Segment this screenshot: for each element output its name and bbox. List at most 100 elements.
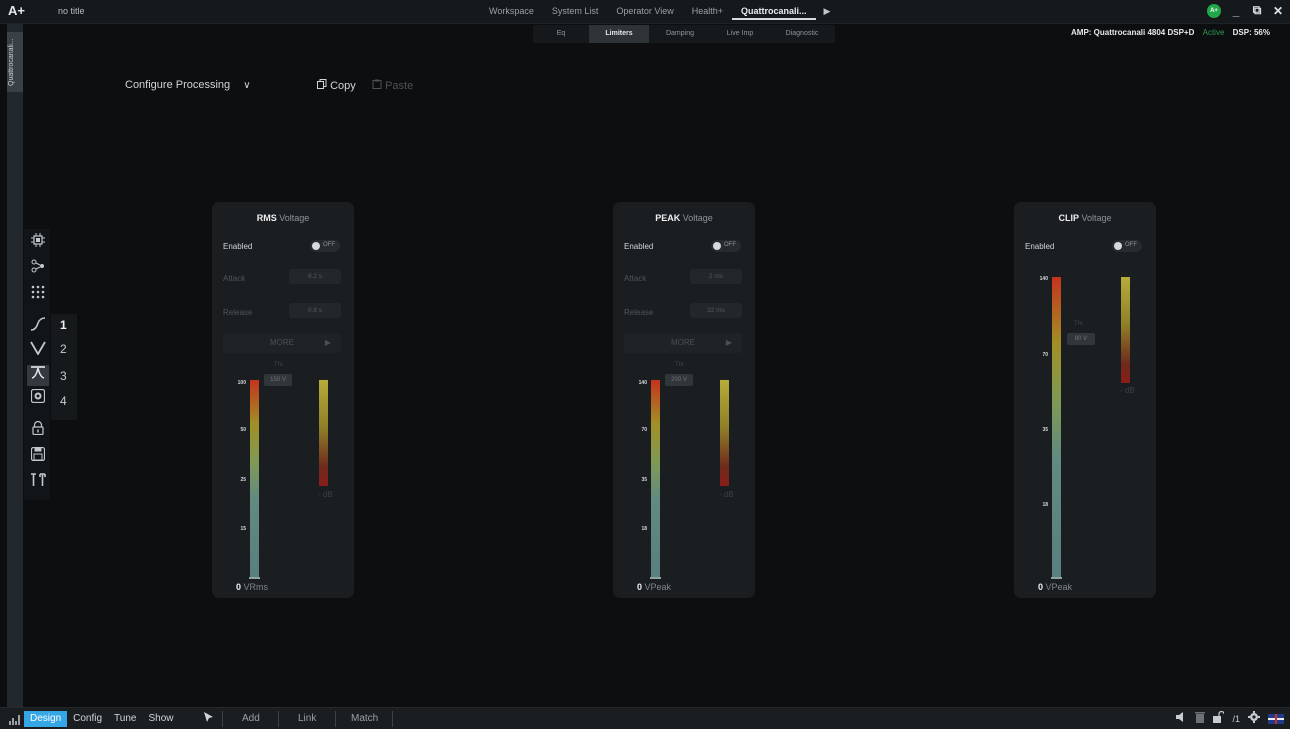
amp-status: AMP: Quattrocanali 4804 DSP+D Active DSP… xyxy=(1071,28,1270,37)
tick-label: 140 xyxy=(1039,276,1048,282)
more-button[interactable]: MORE ▶ xyxy=(223,333,341,353)
configure-processing-dropdown[interactable]: Configure Processing ∨ xyxy=(125,79,251,91)
speaker-icon[interactable] xyxy=(27,388,49,410)
threshold-handle[interactable]: 150 V xyxy=(264,374,292,386)
tab-workspace[interactable]: Workspace xyxy=(480,0,543,20)
tick-label: 100 xyxy=(237,380,246,386)
amp-active-status: Active xyxy=(1202,28,1225,37)
chip-icon[interactable] xyxy=(27,233,49,254)
nav-more-arrow-icon[interactable]: ▶ xyxy=(816,0,839,20)
matrix-icon[interactable] xyxy=(27,285,49,306)
channel-4[interactable]: 4 xyxy=(60,394,67,408)
enabled-label: Enabled xyxy=(1025,242,1055,251)
enabled-toggle[interactable]: OFF xyxy=(1112,240,1142,252)
device-tab-strip: Quattrocanali... xyxy=(7,24,23,707)
attack-field[interactable]: 8.2 s xyxy=(289,269,341,284)
minimize-button[interactable]: _ xyxy=(1230,4,1242,18)
threshold-handle[interactable]: 200 V xyxy=(665,374,693,386)
threshold-label: Thr. xyxy=(675,362,686,368)
enabled-label: Enabled xyxy=(223,242,253,251)
close-button[interactable]: ✕ xyxy=(1272,4,1284,18)
tab-quattrocanali[interactable]: Quattrocanali... xyxy=(732,0,816,20)
rms-limiter-panel: RMS Voltage Enabled OFF Attack 8.2 s Rel… xyxy=(212,202,354,598)
release-field[interactable]: 32 ms xyxy=(690,303,742,318)
meter-readout: 0 VPeak xyxy=(1038,582,1073,592)
speaker-mute-icon[interactable] xyxy=(1175,711,1187,726)
add-button[interactable]: Add xyxy=(242,713,260,724)
separator xyxy=(335,711,336,727)
eq-notch-icon[interactable] xyxy=(27,341,49,362)
tab-system-list[interactable]: System List xyxy=(543,0,608,20)
enabled-toggle[interactable]: OFF xyxy=(711,240,741,252)
channel-list: 1 2 3 4 xyxy=(51,314,77,420)
copy-button[interactable]: Copy xyxy=(317,79,356,92)
restore-button[interactable]: ⧉ xyxy=(1251,3,1263,18)
tick-label: 35 xyxy=(1042,427,1048,433)
attack-label: Attack xyxy=(223,274,246,283)
device-tab[interactable]: Quattrocanali... xyxy=(7,32,23,92)
app-logo[interactable]: A+ xyxy=(8,3,25,18)
subtab-diagnostic[interactable]: Diagnostic xyxy=(769,25,835,43)
language-flag-icon[interactable] xyxy=(1268,713,1284,724)
release-field[interactable]: 0.8 s xyxy=(289,303,341,318)
highpass-icon[interactable] xyxy=(27,317,49,338)
match-button[interactable]: Match xyxy=(351,713,378,724)
tick-label: 35 xyxy=(641,477,647,483)
main-nav: Workspace System List Operator View Heal… xyxy=(480,0,838,20)
db-readout: - dB xyxy=(1120,386,1135,395)
save-icon[interactable] xyxy=(27,446,49,468)
clip-meter xyxy=(1052,277,1061,578)
subtab-damping[interactable]: Damping xyxy=(649,25,711,43)
mode-config[interactable]: Config xyxy=(67,711,108,727)
threshold-label: Thr. xyxy=(1074,321,1085,327)
rms-meter xyxy=(250,380,259,578)
settings-gear-icon[interactable] xyxy=(1248,711,1260,726)
mode-design[interactable]: Design xyxy=(24,711,68,727)
lock-icon[interactable] xyxy=(27,420,49,442)
peak-limiter-panel: PEAK Voltage Enabled OFF Attack 2 ms Rel… xyxy=(613,202,755,598)
tick-label: 70 xyxy=(641,427,647,433)
mode-show[interactable]: Show xyxy=(142,711,179,727)
enabled-toggle[interactable]: OFF xyxy=(310,240,340,252)
trash-icon[interactable] xyxy=(1195,711,1206,726)
processing-toolbar xyxy=(24,229,50,500)
tick-label: 15 xyxy=(240,526,246,532)
db-readout: - dB xyxy=(719,490,734,499)
channel-3[interactable]: 3 xyxy=(60,369,67,383)
tick-label: 18 xyxy=(1042,502,1048,508)
subtab-limiters[interactable]: Limiters xyxy=(589,25,649,43)
limiter-icon[interactable] xyxy=(27,365,49,386)
paste-button[interactable]: Paste xyxy=(372,79,413,92)
tab-operator-view[interactable]: Operator View xyxy=(607,0,682,20)
tab-health[interactable]: Health+ xyxy=(683,0,732,20)
more-button[interactable]: MORE ▶ xyxy=(624,333,742,353)
gain-reduction-meter xyxy=(1121,277,1130,383)
title-bar: A+ no title Workspace System List Operat… xyxy=(0,0,1290,24)
threshold-handle[interactable]: 80 V xyxy=(1067,333,1095,345)
subtab-live-imp[interactable]: Live Imp xyxy=(711,25,769,43)
channel-1[interactable]: 1 xyxy=(60,318,67,332)
expand-arrow-icon: ▶ xyxy=(324,338,331,347)
panel-title: RMS Voltage xyxy=(256,213,310,223)
threshold-label: Thr. xyxy=(274,362,285,368)
unlock-icon[interactable] xyxy=(1213,710,1226,726)
attack-field[interactable]: 2 ms xyxy=(690,269,742,284)
gain-reduction-meter xyxy=(319,380,328,486)
subtab-eq[interactable]: Eq xyxy=(533,25,589,43)
armonia-badge-icon[interactable]: A+ xyxy=(1207,3,1221,18)
pointer-tool-icon[interactable] xyxy=(203,711,214,726)
grid-icon[interactable] xyxy=(9,713,21,728)
status-icons: /1 xyxy=(1175,710,1284,726)
tools-icon[interactable] xyxy=(27,473,49,494)
window-controls: A+ _ ⧉ ✕ xyxy=(1207,3,1284,18)
link-button[interactable]: Link xyxy=(298,713,316,724)
channel-2[interactable]: 2 xyxy=(60,342,67,356)
routing-icon[interactable] xyxy=(27,259,49,280)
attack-label: Attack xyxy=(624,274,647,283)
document-title[interactable]: no title xyxy=(58,6,85,16)
separator xyxy=(392,711,393,727)
tick-label: 50 xyxy=(240,427,246,433)
mode-tune[interactable]: Tune xyxy=(108,711,142,727)
page-indicator: /1 xyxy=(1232,713,1240,724)
copy-icon xyxy=(317,79,327,89)
